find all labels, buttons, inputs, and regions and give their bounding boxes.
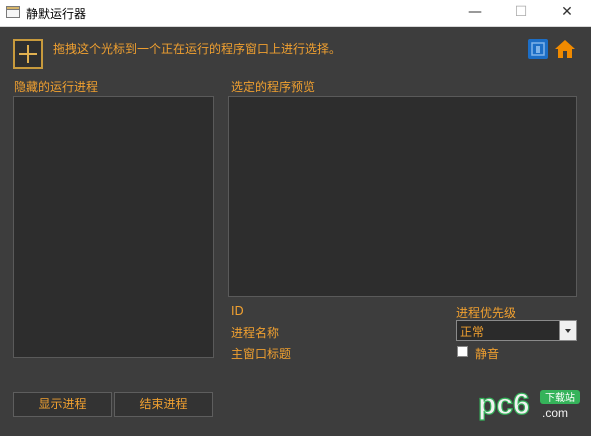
priority-label: 进程优先级 [456,306,517,320]
end-process-button[interactable]: 结束进程 [114,392,213,417]
instruction-text: 拖拽这个光标到一个正在运行的程序窗口上进行选择。 [53,42,342,56]
close-button[interactable]: ✕ [545,0,589,26]
svg-text:.com: .com [542,406,568,420]
mute-label[interactable]: 静音 [475,345,499,362]
maximize-button[interactable]: ☐ [499,0,543,26]
priority-value: 正常 [460,325,485,339]
info-icon[interactable] [527,38,549,60]
minimize-icon: — [468,4,482,20]
minimize-button[interactable]: — [453,0,497,26]
process-name-label: 进程名称 [231,326,280,340]
title-bar: 静默运行器 — ☐ ✕ [0,0,591,27]
show-process-button[interactable]: 显示进程 [13,392,112,417]
maximize-icon: ☐ [514,4,528,20]
preview-label: 选定的程序预览 [231,80,316,94]
chevron-down-icon[interactable] [559,321,576,340]
program-preview [228,96,577,297]
svg-text:下载站: 下载站 [545,391,575,404]
main-window-title-label: 主窗口标题 [231,347,292,361]
priority-select[interactable]: 正常 [456,320,577,341]
mute-checkbox[interactable] [457,346,468,357]
close-icon: ✕ [561,4,573,20]
app-icon [6,6,20,18]
hidden-process-list[interactable] [13,96,214,358]
crosshair-drag-handle[interactable] [13,39,43,69]
watermark-logo: pc6 下载站 .com [477,387,580,422]
window-title: 静默运行器 [26,7,87,21]
hidden-process-label: 隐藏的运行进程 [14,80,99,94]
main-window: 静默运行器 — ☐ ✕ 拖拽这个光标到一个正在运行的程序窗口上进行选择。 隐藏的… [0,0,591,436]
home-icon[interactable] [554,38,576,60]
svg-text:pc6: pc6 [478,388,530,421]
id-label: ID [231,304,244,318]
